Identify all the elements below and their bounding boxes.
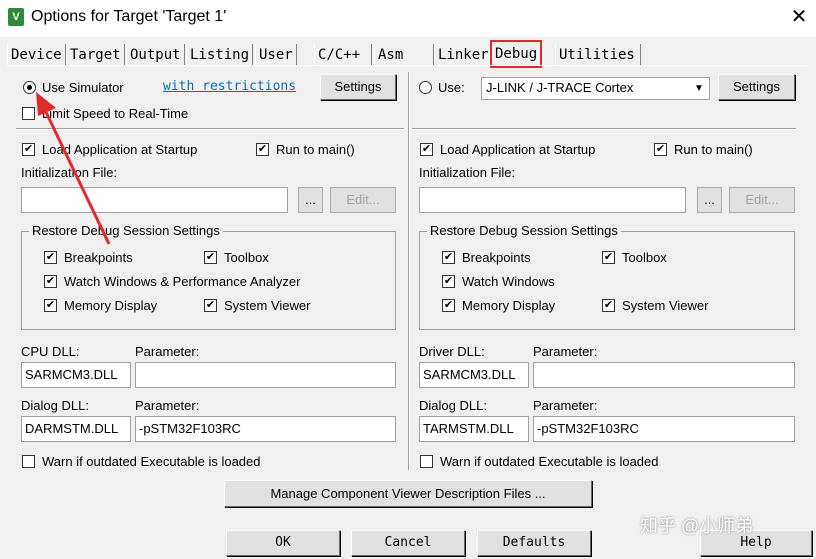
watermark-text: 知乎 @小师弟: [640, 516, 754, 536]
annotation-arrow: [36, 92, 111, 245]
